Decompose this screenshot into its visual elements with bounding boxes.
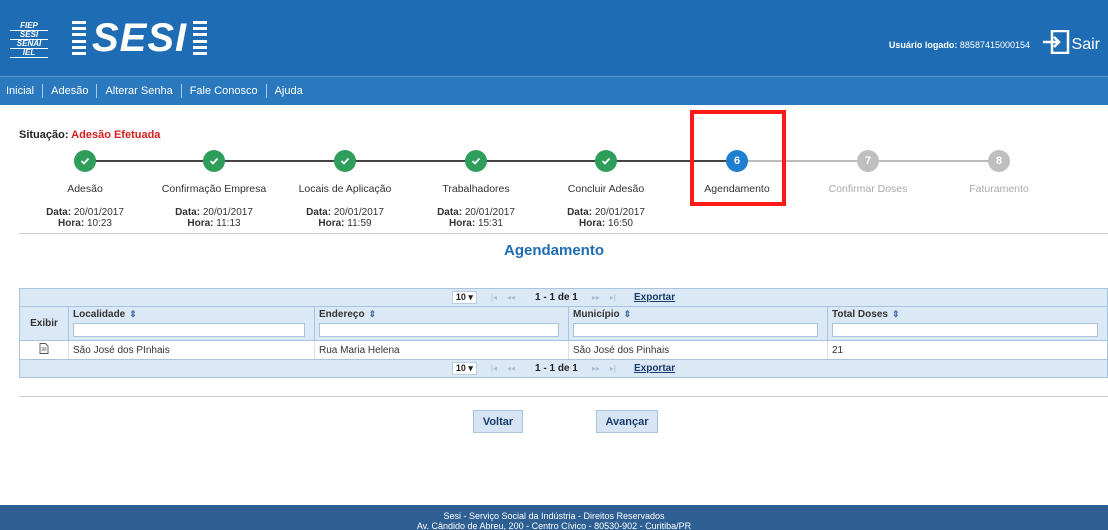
footer-line-1: Sesi - Serviço Social da Indústria - Dir… bbox=[443, 511, 665, 521]
next-page-icon[interactable]: ▸▸ bbox=[592, 293, 600, 302]
filter-total-doses-input[interactable] bbox=[832, 323, 1098, 337]
sesi-logo-text: SESI bbox=[92, 16, 188, 60]
step-number-badge: 7 bbox=[857, 150, 879, 172]
first-page-icon[interactable]: |◂ bbox=[491, 293, 497, 302]
nav-item-inicial[interactable]: Inicial bbox=[0, 84, 44, 98]
step-confirmar-doses: 7 Confirmar Doses bbox=[798, 150, 938, 195]
step-name: Confirmação Empresa bbox=[161, 183, 267, 195]
logout-label: Sair bbox=[1071, 36, 1100, 53]
column-header-localidade[interactable]: Localidade ⇕ bbox=[68, 306, 315, 341]
paginator-bottom: 10 ▾ |◂ ◂◂ 1 - 1 de 1 ▸▸ ▸| Exportar bbox=[20, 359, 1107, 377]
page-title: Agendamento bbox=[503, 242, 604, 259]
step-concluir-adesao: Concluir Adesão Data: 20/01/2017 Hora: 1… bbox=[536, 150, 676, 229]
cell-total-doses: 21 bbox=[827, 340, 1107, 359]
fiep-logo: FIEP SESI SENAI IEL bbox=[10, 22, 48, 58]
export-link[interactable]: Exportar bbox=[634, 292, 675, 303]
logo-bars-right bbox=[193, 21, 208, 55]
nav-item-alterar-senha[interactable]: Alterar Senha bbox=[97, 84, 182, 98]
page-size-select[interactable]: 10 ▾ bbox=[451, 362, 477, 375]
last-page-icon[interactable]: ▸| bbox=[610, 364, 616, 373]
step-check-icon bbox=[74, 150, 96, 172]
filter-endereco-input[interactable] bbox=[319, 323, 560, 337]
step-dates: Data: 20/01/2017 Hora: 11:13 bbox=[175, 207, 253, 229]
logged-user-value: 88587415000154 bbox=[959, 40, 1030, 50]
page-info: 1 - 1 de 1 bbox=[535, 292, 578, 303]
step-name: Concluir Adesão bbox=[567, 183, 645, 195]
prev-page-icon[interactable]: ◂◂ bbox=[507, 293, 515, 302]
step-name: Confirmar Doses bbox=[828, 183, 908, 195]
back-button[interactable]: Voltar bbox=[473, 410, 523, 433]
logged-user-label: Usuário logado: bbox=[888, 40, 958, 50]
column-header-municipio[interactable]: Município ⇕ bbox=[568, 306, 828, 341]
step-adesao: Adesão Data: 20/01/2017 Hora: 10:23 bbox=[15, 150, 155, 229]
footer: Sesi - Serviço Social da Indústria - Dir… bbox=[0, 505, 1108, 530]
step-check-icon bbox=[203, 150, 225, 172]
sort-icon[interactable]: ⇕ bbox=[892, 309, 900, 320]
last-page-icon[interactable]: ▸| bbox=[610, 293, 616, 302]
step-name: Trabalhadores bbox=[442, 183, 510, 195]
step-locais-aplicacao: Locais de Aplicação Data: 20/01/2017 Hor… bbox=[275, 150, 415, 229]
nav-item-adesao[interactable]: Adesão bbox=[43, 84, 98, 98]
step-dates: Data: 20/01/2017 Hora: 10:23 bbox=[46, 207, 124, 229]
logout-button[interactable]: Sair bbox=[1042, 30, 1100, 54]
step-faturamento: 8 Faturamento bbox=[929, 150, 1069, 195]
cell-localidade: São José dos PInhais bbox=[68, 340, 315, 359]
step-confirmacao-empresa: Confirmação Empresa Data: 20/01/2017 Hor… bbox=[144, 150, 284, 229]
filter-municipio-input[interactable] bbox=[573, 323, 818, 337]
nav-item-fale-conosco[interactable]: Fale Conosco bbox=[182, 84, 267, 98]
next-page-icon[interactable]: ▸▸ bbox=[592, 364, 600, 373]
first-page-icon[interactable]: |◂ bbox=[491, 364, 497, 373]
cell-endereco: Rua Maria Helena bbox=[314, 340, 569, 359]
logged-user-info: Usuário logado: 88587415000154 bbox=[889, 40, 1030, 50]
header-bar: FIEP SESI SENAI IEL SESI Usuário logado:… bbox=[0, 0, 1108, 76]
column-header-exibir: Exibir bbox=[20, 306, 69, 341]
footer-line-2: Av. Cândido de Abreu, 200 - Centro Cívic… bbox=[416, 521, 692, 530]
sort-icon[interactable]: ⇕ bbox=[624, 309, 632, 320]
step-dates: Data: 20/01/2017 Hora: 15:31 bbox=[437, 207, 515, 229]
filter-localidade-input[interactable] bbox=[73, 323, 306, 337]
current-step-highlight bbox=[690, 110, 786, 206]
column-header-endereco[interactable]: Endereço ⇕ bbox=[314, 306, 569, 341]
sesi-logo: SESI bbox=[72, 16, 208, 60]
cell-municipio: São José dos Pinhais bbox=[568, 340, 828, 359]
view-document-icon[interactable] bbox=[20, 340, 69, 359]
prev-page-icon[interactable]: ◂◂ bbox=[507, 364, 515, 373]
step-check-icon bbox=[465, 150, 487, 172]
page-info: 1 - 1 de 1 bbox=[535, 363, 578, 374]
status-line: Situação: Adesão Efetuada bbox=[19, 129, 160, 141]
sort-icon[interactable]: ⇕ bbox=[129, 309, 137, 320]
export-link[interactable]: Exportar bbox=[634, 363, 675, 374]
divider bbox=[19, 396, 1108, 397]
step-number-badge: 8 bbox=[988, 150, 1010, 172]
column-header-total-doses[interactable]: Total Doses ⇕ bbox=[827, 306, 1107, 341]
page-size-select[interactable]: 10 ▾ bbox=[451, 291, 477, 304]
step-check-icon bbox=[595, 150, 617, 172]
step-check-icon bbox=[334, 150, 356, 172]
paginator-top: 10 ▾ |◂ ◂◂ 1 - 1 de 1 ▸▸ ▸| Exportar bbox=[20, 289, 1107, 306]
status-value: Adesão Efetuada bbox=[71, 129, 161, 141]
fiep-logo-line: IEL bbox=[10, 49, 48, 58]
step-dates: Data: 20/01/2017 Hora: 11:59 bbox=[306, 207, 384, 229]
table-row: São José dos PInhais Rua Maria Helena Sã… bbox=[20, 340, 1107, 359]
step-name: Locais de Aplicação bbox=[298, 183, 392, 195]
step-name: Adesão bbox=[67, 183, 103, 195]
step-name: Faturamento bbox=[969, 183, 1029, 195]
sort-icon[interactable]: ⇕ bbox=[369, 309, 377, 320]
locations-table: 10 ▾ |◂ ◂◂ 1 - 1 de 1 ▸▸ ▸| Exportar Exi… bbox=[19, 288, 1108, 378]
step-trabalhadores: Trabalhadores Data: 20/01/2017 Hora: 15:… bbox=[406, 150, 546, 229]
logo-bars-left bbox=[72, 21, 86, 55]
divider bbox=[19, 233, 1108, 234]
next-button[interactable]: Avançar bbox=[596, 410, 658, 433]
status-label: Situação: bbox=[19, 129, 69, 141]
main-nav: Inicial Adesão Alterar Senha Fale Conosc… bbox=[0, 76, 1108, 105]
logout-icon bbox=[1042, 30, 1069, 54]
step-dates: Data: 20/01/2017 Hora: 16:50 bbox=[567, 207, 645, 229]
nav-item-ajuda[interactable]: Ajuda bbox=[267, 84, 311, 98]
